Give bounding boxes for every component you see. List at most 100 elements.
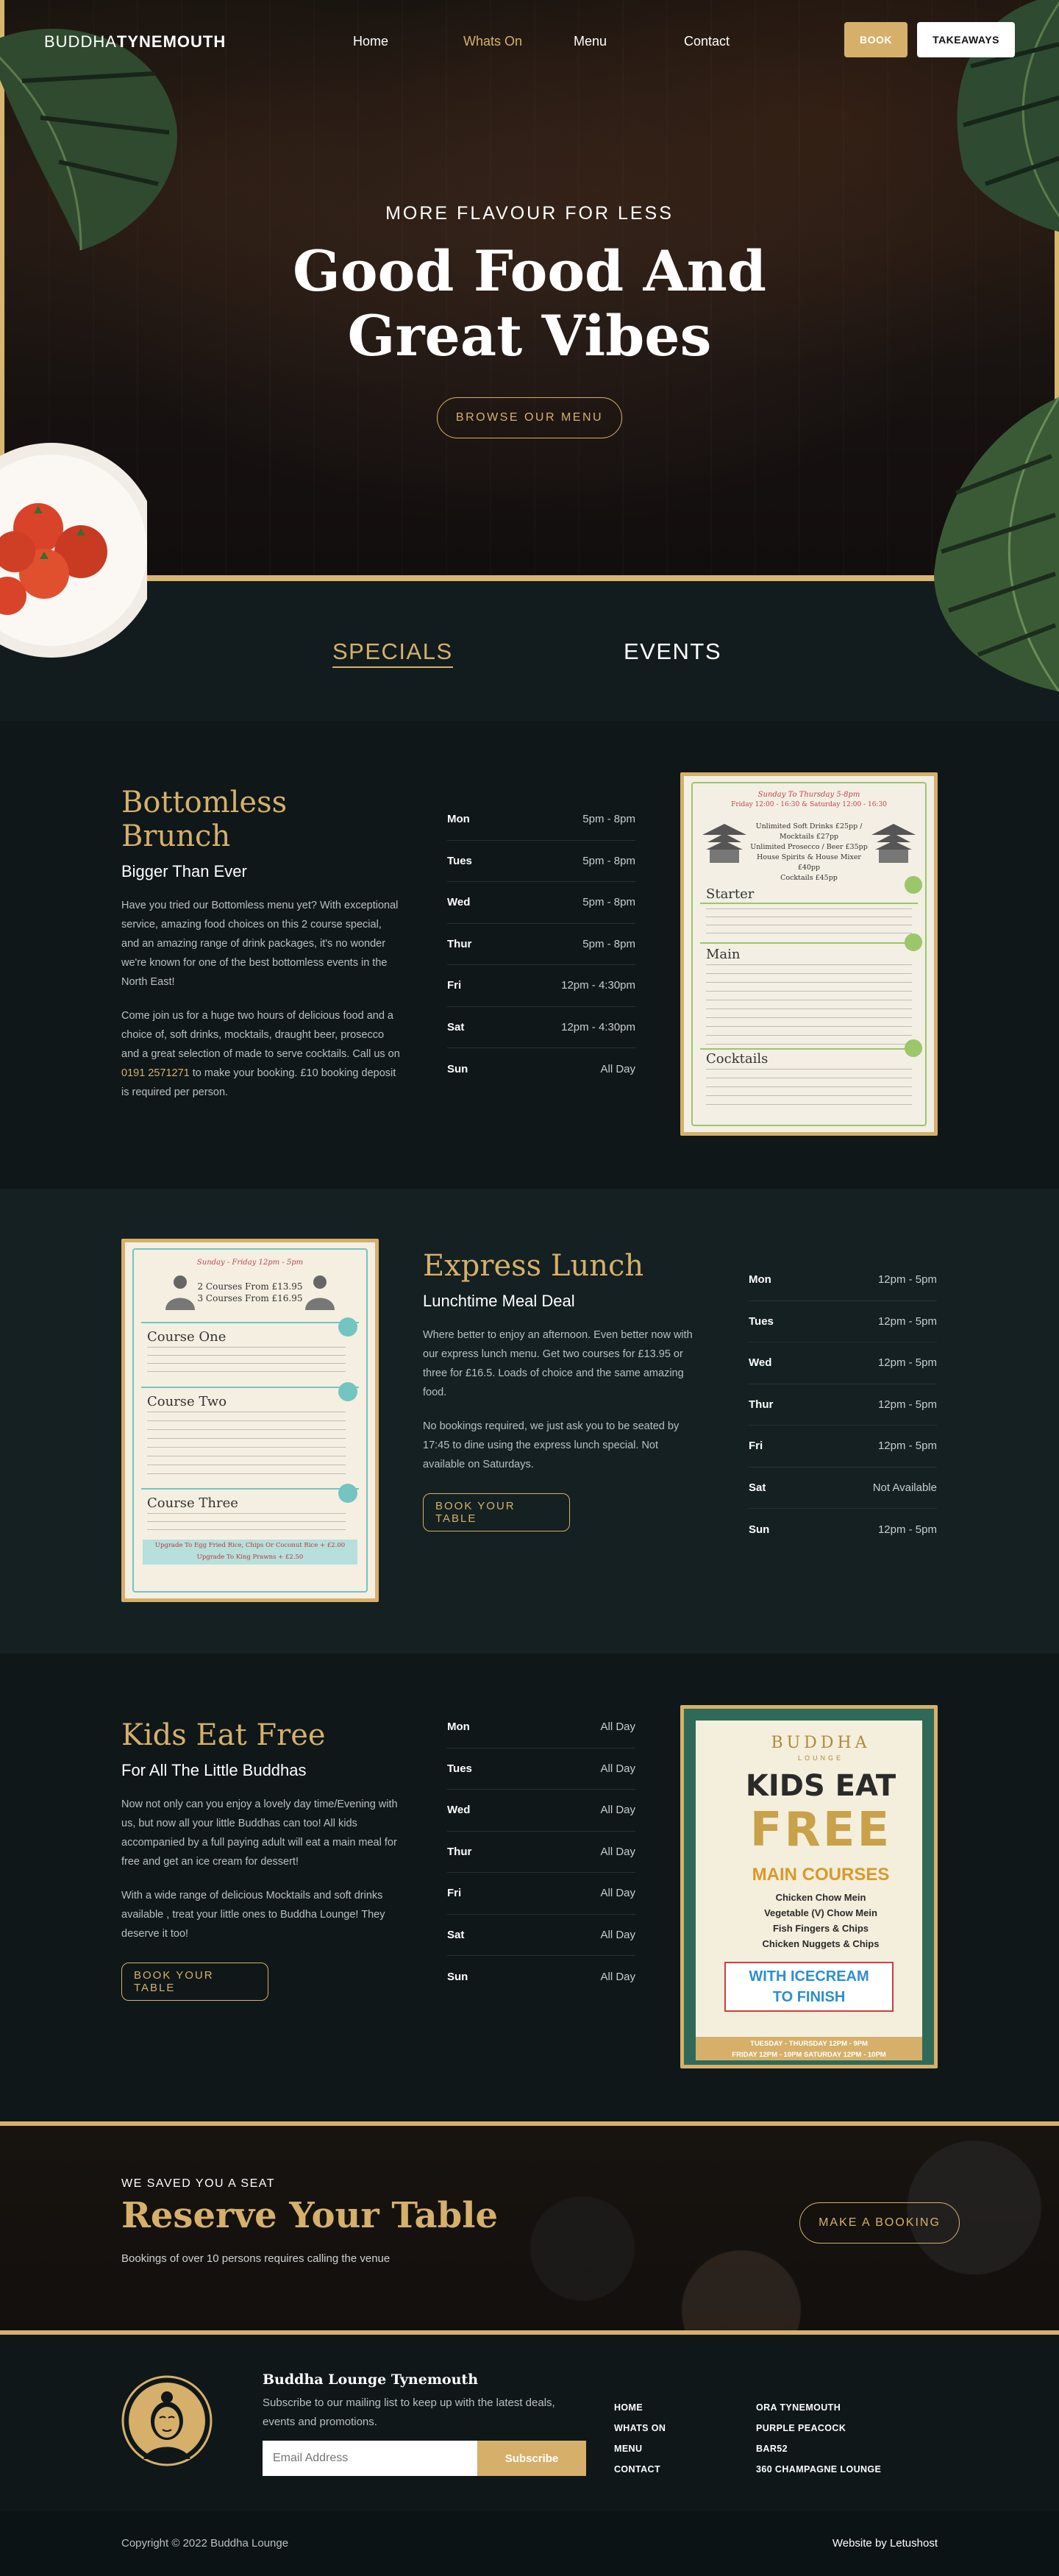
hero-section: BUDDHATYNEMOUTH Home Whats On Menu Conta… [0,0,1059,691]
bottomless-brunch-menu-poster[interactable]: Sunday To Thursday 5-8pm Friday 12:00 - … [680,772,938,1136]
hours-time: 5pm - 8pm [582,896,635,909]
hours-day: Sun [447,1970,468,1983]
buddha-logo-icon[interactable] [121,2375,213,2466]
footer-link-whats-on[interactable]: WHATS ON [614,2423,666,2444]
nav-link-contact[interactable]: Contact [684,34,794,49]
hours-row: Tues All Day [447,1748,635,1790]
footer-bottom-bar: Copyright © 2022 Buddha Lounge Website b… [0,2511,1059,2576]
reserve-note: Bookings of over 10 persons requires cal… [121,2252,391,2265]
footer-link-menu[interactable]: MENU [614,2444,666,2464]
poster-kids-heading: KIDS EAT [745,1769,896,1803]
pagoda-right-icon [871,824,916,863]
nav-link-home[interactable]: Home [353,34,463,49]
brunch-title: Bottomless Brunch [121,786,288,853]
hours-time: 5pm - 8pm [582,937,635,950]
footer-link-purple-peacock[interactable]: PURPLE PEACOCK [756,2423,881,2444]
footer-link-360-champagne-lounge[interactable]: 360 CHAMPAGNE LOUNGE [756,2464,881,2485]
main-menu: Home Whats On Menu Contact [353,34,794,49]
tab-specials[interactable]: SPECIALS [332,638,453,668]
hours-row: Wed 5pm - 8pm [447,882,635,924]
poster-lunch-upgrade2: Upgrade To King Prawns + £2.50 [196,1554,304,1561]
newsletter-email-input[interactable] [263,2441,477,2476]
kids-eat-free-poster[interactable]: BUDDHA LOUNGE KIDS EAT FREE MAIN COURSES… [680,1705,938,2068]
hours-time: 12pm - 5pm [877,1440,937,1453]
lunch-book-table-button[interactable]: BOOK YOUR TABLE [423,1493,570,1531]
hours-time: 12pm - 5pm [877,1523,937,1536]
tab-events[interactable]: EVENTS [624,638,721,665]
site-footer: Buddha Lounge Tynemouth Subscribe to our… [0,2335,1059,2511]
pagoda-left-icon [702,824,746,863]
poster-kids-brand-sub: LOUNGE [797,1754,844,1762]
poster-brunch-starter: Starter [706,886,755,902]
footer-link-bar52[interactable]: BAR52 [756,2444,881,2464]
nav-link-whats-on[interactable]: Whats On [463,34,574,49]
hours-day: Thur [749,1398,774,1411]
site-logo[interactable]: BUDDHATYNEMOUTH [44,32,226,51]
poster-kids-free: FREE [749,1803,892,1857]
footer-link-contact[interactable]: CONTACT [614,2464,666,2485]
poster-kids-days1: TUESDAY - THURSDAY 12PM - 9PM [750,2040,868,2048]
poster-brunch-line2: Unlimited Prosecco / Beer £35pp [750,843,868,851]
reserve-eyebrow: WE SAVED YOU A SEAT [121,2177,275,2190]
hours-row: Tues 12pm - 5pm [749,1301,937,1342]
hours-day: Sat [447,1020,465,1033]
hero-title: Good Food And Great Vibes [0,239,1059,369]
copyright-text: Copyright © 2022 Buddha Lounge [121,2537,289,2550]
newsletter-subscribe-button[interactable]: Subscribe [477,2441,586,2476]
hours-time: 5pm - 8pm [582,854,635,867]
hours-time: 12pm - 5pm [877,1398,937,1411]
hours-row: Thur All Day [447,1832,635,1873]
make-booking-button[interactable]: MAKE A BOOKING [799,2202,960,2244]
hours-time: 12pm - 5pm [877,1273,937,1287]
brunch-phone-link[interactable]: 0191 2571271 [121,1067,190,1079]
hours-row: Wed 12pm - 5pm [749,1342,937,1384]
logo-light-text: BUDDHA [44,32,117,51]
poster-brunch-main: Main [706,947,741,962]
poster-lunch-head: Sunday - Friday 12pm - 5pm [196,1259,304,1267]
poster-kids-brand: BUDDHA [771,1734,871,1752]
footer-newsletter-text: Subscribe to our mailing list to keep up… [263,2397,555,2428]
lunch-text: Express Lunch Lunchtime Meal Deal Where … [423,1249,702,1531]
hours-day: Fri [447,979,462,992]
poster-kids-item: Vegetable (V) Chow Mein [764,1907,877,1918]
book-button[interactable]: BOOK [844,22,908,57]
express-lunch-menu-poster[interactable]: Sunday - Friday 12pm - 5pm 2 Courses Fro… [121,1239,379,1602]
hours-row: Mon 12pm - 5pm [749,1259,937,1301]
hours-day: Wed [447,896,471,909]
kids-book-table-button[interactable]: BOOK YOUR TABLE [121,1963,268,2001]
browse-menu-button[interactable]: BROWSE OUR MENU [437,397,622,438]
takeaways-button[interactable]: TAKEAWAYS [917,22,1015,57]
hours-day: Tues [749,1314,774,1328]
hours-time: 12pm - 4:30pm [561,1020,635,1033]
poster-kids-item: Chicken Chow Mein [775,1892,866,1903]
poster-kids-ice2: TO FINISH [772,1989,846,2005]
brunch-p2-text: Come join us for a huge two hours of del… [121,1010,400,1060]
hours-time: All Day [600,1887,635,1900]
website-credit-link[interactable]: Website by Letushost [832,2537,938,2550]
footer-link-ora-tynemouth[interactable]: ORA TYNEMOUTH [756,2402,881,2423]
hours-day: Sun [447,1062,468,1075]
kids-text: Kids Eat Free For All The Little Buddhas… [121,1718,401,2001]
poster-lunch-course2: Course Two [147,1394,227,1409]
hours-time: All Day [600,1804,635,1817]
hours-row: Sun 12pm - 5pm [749,1509,937,1551]
hours-time: 12pm - 5pm [877,1356,937,1370]
reserve-table-banner: WE SAVED YOU A SEAT Reserve Your Table B… [0,2121,1059,2335]
hero-title-line2: Great Vibes [347,303,712,369]
footer-links-site: HOME WHATS ON MENU CONTACT [614,2402,666,2485]
footer-link-home[interactable]: HOME [614,2402,666,2423]
poster-brunch-line1: Unlimited Soft Drinks £25pp / Mocktails … [755,822,863,841]
poster-brunch-head1: Sunday To Thursday 5-8pm [757,791,860,799]
hours-day: Tues [447,1762,472,1775]
hours-row: Sun All Day [447,1048,635,1090]
nav-link-menu[interactable]: Menu [574,34,684,49]
hours-time: All Day [600,1062,635,1075]
poster-lunch-line2: 3 Courses From £16.95 [197,1293,303,1303]
lunch-title: Express Lunch [423,1249,644,1283]
kids-title: Kids Eat Free [121,1718,326,1752]
hours-row: Fri All Day [447,1873,635,1915]
hours-row: Tues 5pm - 8pm [447,841,635,882]
specials-events-tabs: SPECIALS EVENTS [0,581,1059,721]
hours-row: Thur 5pm - 8pm [447,924,635,965]
poster-brunch-head2: Friday 12:00 - 16:30 & Saturday 12:00 - … [731,801,887,808]
